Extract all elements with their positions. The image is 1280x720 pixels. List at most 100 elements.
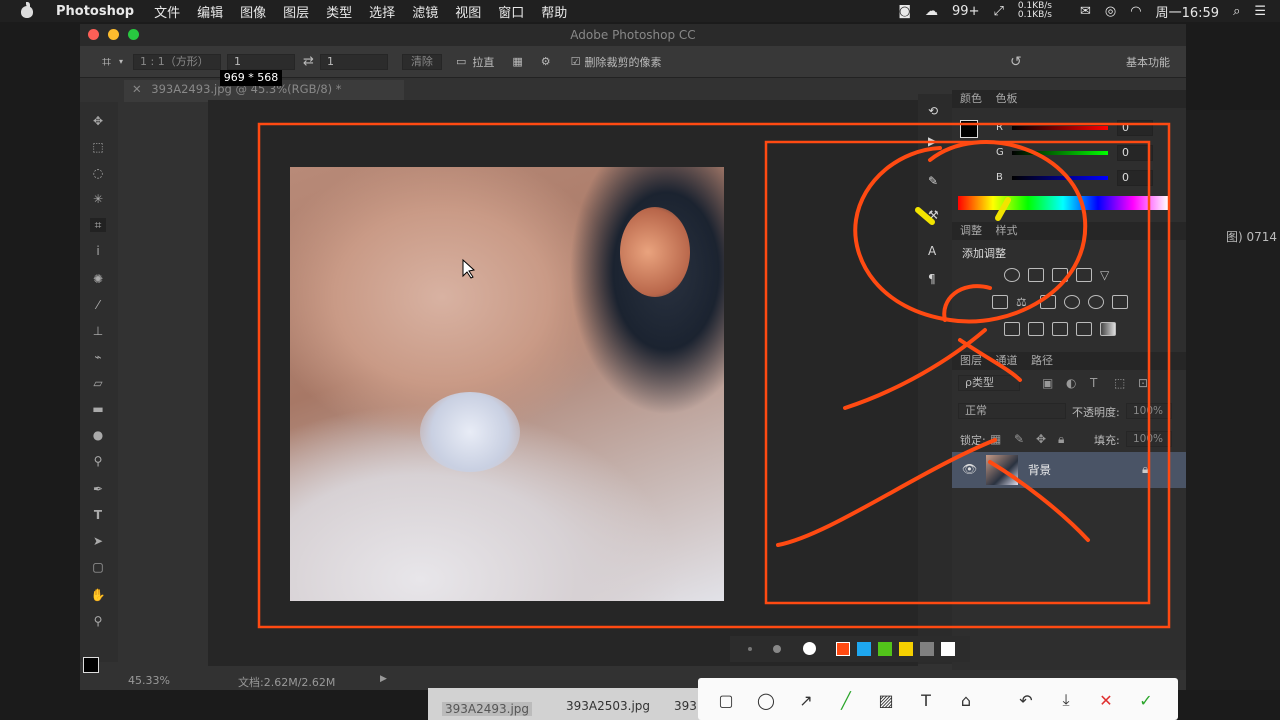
pen-size-medium[interactable] [773, 645, 781, 653]
bw-icon[interactable] [1040, 295, 1056, 309]
r-slider[interactable] [1012, 126, 1108, 130]
menu-image[interactable]: 图像 [240, 2, 266, 21]
list-icon[interactable]: ☰ [1254, 4, 1266, 19]
fill-input[interactable]: 100% [1126, 431, 1172, 447]
ratio-select[interactable]: 1 : 1（方形） [133, 53, 222, 70]
opacity-input[interactable]: 100% [1126, 403, 1172, 419]
photo-filter-icon[interactable] [1064, 295, 1080, 309]
lock-position-icon[interactable]: ✥ [1036, 432, 1046, 446]
zoom-window-icon[interactable] [128, 29, 139, 40]
lock-pixels-icon[interactable]: ✎ [1014, 432, 1024, 446]
pen-tool-icon[interactable]: ✒ [90, 482, 106, 496]
crop-tool-active-icon[interactable]: ⌗ [90, 218, 106, 232]
menu-layer[interactable]: 图层 [283, 2, 309, 21]
g-slider[interactable] [1012, 151, 1108, 155]
straighten-icon[interactable]: ▭ [456, 55, 466, 68]
grid-overlay-icon[interactable]: ▦ [512, 55, 522, 68]
notification-badge[interactable]: 99+ [952, 4, 979, 19]
apple-icon[interactable] [20, 2, 34, 19]
crop-tool-icon[interactable]: ⌗ [102, 52, 111, 72]
r-value[interactable]: 0 [1117, 120, 1153, 136]
resize-icon[interactable]: ⤢ [993, 4, 1003, 19]
paragraph-panel-icon[interactable]: ¶ [928, 272, 936, 286]
lock-transparent-icon[interactable]: ▦ [990, 432, 1001, 446]
brush-preset-icon[interactable]: ⚒ [928, 208, 939, 222]
reset-icon[interactable]: ↺ [1010, 54, 1022, 70]
close-tab-icon[interactable]: ✕ [132, 82, 142, 96]
ellipse-tool-icon[interactable]: ◯ [756, 690, 776, 710]
exposure-icon[interactable] [1076, 268, 1092, 282]
tab-swatches[interactable]: 色板 [996, 92, 1018, 105]
rect-tool-icon[interactable]: ▢ [716, 690, 736, 710]
thumb-b[interactable]: 393A2503.jpg [566, 699, 650, 713]
brush-tool-icon[interactable]: ⁄ [90, 298, 106, 312]
undo-icon[interactable]: ↶ [1016, 690, 1036, 710]
crop-width-input[interactable]: 1 [227, 53, 296, 70]
swatch-green[interactable] [878, 642, 892, 656]
arrow-tool-icon[interactable]: ↗ [796, 690, 816, 710]
b-value[interactable]: 0 [1117, 170, 1153, 186]
levels-icon[interactable] [1028, 268, 1044, 282]
dodge-tool-icon[interactable]: ⚲ [90, 454, 106, 468]
filter-pixel-icon[interactable]: ▣ [1042, 376, 1053, 390]
clear-button[interactable]: 清除 [401, 53, 442, 70]
threshold-icon[interactable] [1052, 322, 1068, 336]
actions-panel-icon[interactable]: ▶ [928, 134, 937, 148]
tab-channels[interactable]: 通道 [996, 354, 1018, 367]
close-window-icon[interactable] [88, 29, 99, 40]
search-icon[interactable]: ⌕ [1233, 4, 1240, 19]
layer-row-background[interactable]: 👁︎ 背景 🔒︎ [952, 452, 1186, 488]
screen-record-icon[interactable]: ◙ [898, 4, 911, 19]
swatch-gray[interactable] [920, 642, 934, 656]
eyedropper-icon[interactable]: ⅰ [90, 244, 106, 258]
brightness-icon[interactable] [1004, 268, 1020, 282]
brush-panel-icon[interactable]: ✎ [928, 174, 938, 188]
crop-height-input[interactable]: 1 [319, 53, 388, 70]
eraser-icon[interactable]: ▱ [90, 376, 106, 390]
marquee-tool-icon[interactable]: ⬚ [90, 140, 106, 154]
path-select-icon[interactable]: ➤ [90, 534, 106, 548]
chevron-down-icon[interactable]: ▾ [119, 57, 123, 66]
lasso-tool-icon[interactable]: ◌ [90, 166, 106, 180]
gradient-tool-icon[interactable]: ▬ [90, 402, 106, 416]
clock[interactable]: 周一16:59 [1156, 2, 1219, 21]
hand-tool-icon[interactable]: ✋ [90, 588, 106, 602]
history-brush-icon[interactable]: ⌁ [90, 350, 106, 364]
color-spectrum[interactable] [958, 196, 1168, 210]
menu-view[interactable]: 视图 [455, 2, 481, 21]
tab-styles[interactable]: 样式 [996, 224, 1018, 237]
doc-size[interactable]: 文档:2.62M/2.62M [238, 674, 335, 690]
g-value[interactable]: 0 [1117, 145, 1153, 161]
wifi-icon[interactable]: ◠ [1130, 4, 1141, 19]
pen-size-large[interactable] [803, 642, 816, 655]
color-balance-icon[interactable]: ⚖ [1016, 295, 1032, 309]
thumb-a[interactable]: 393A2493.jpg [442, 702, 533, 716]
fg-color-chip[interactable] [960, 120, 978, 138]
layer-name[interactable]: 背景 [1028, 462, 1051, 478]
menu-filter[interactable]: 滤镜 [412, 2, 438, 21]
menu-select[interactable]: 选择 [369, 2, 395, 21]
swatch-white[interactable] [941, 642, 955, 656]
magic-wand-icon[interactable]: ✳ [90, 192, 106, 206]
eye-icon[interactable]: 👁︎ [962, 462, 977, 476]
swatch-orange[interactable] [836, 642, 850, 656]
straighten-button[interactable]: 拉直 [472, 54, 494, 70]
gradient-map-icon[interactable] [1100, 322, 1116, 336]
wechat-icon[interactable]: ☁ [925, 4, 938, 19]
stamp-tool-icon[interactable]: ⊥ [90, 324, 106, 338]
tab-paths[interactable]: 路径 [1031, 354, 1053, 367]
tag-tool-icon[interactable]: ⌂ [956, 690, 976, 710]
healing-brush-icon[interactable]: ✺ [90, 272, 106, 286]
selective-color-icon[interactable] [1076, 322, 1092, 336]
shape-tool-icon[interactable]: ▢ [90, 560, 106, 574]
status-arrow-icon[interactable]: ▶ [380, 674, 387, 684]
confirm-icon[interactable]: ✓ [1136, 690, 1156, 710]
filter-adjust-icon[interactable]: ◐ [1066, 376, 1076, 390]
thumb-c[interactable]: 393 [674, 699, 697, 713]
download-icon[interactable]: ⤓ [1056, 690, 1076, 710]
photo-image[interactable] [290, 167, 724, 601]
move-tool-icon[interactable]: ✥ [90, 114, 106, 128]
channel-mixer-icon[interactable] [1088, 295, 1104, 309]
blend-mode-select[interactable]: 正常 [958, 403, 1066, 419]
filter-type-icon[interactable]: T [1090, 376, 1097, 390]
